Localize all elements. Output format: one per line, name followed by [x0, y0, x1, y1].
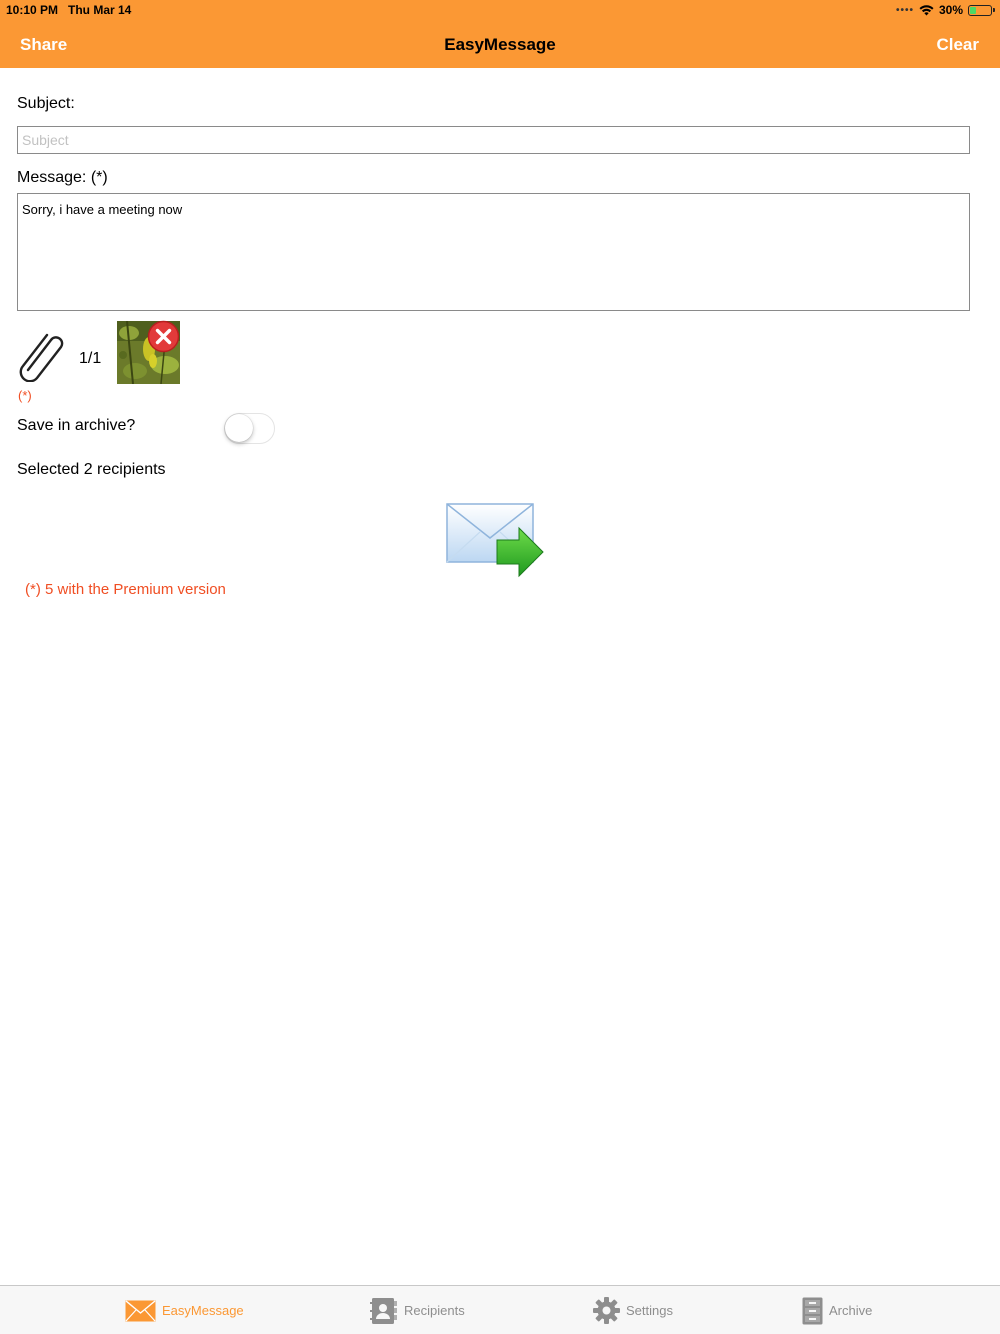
tab-archive[interactable]: Archive — [802, 1286, 872, 1334]
premium-note: (*) 5 with the Premium version — [25, 581, 226, 598]
attachment-count: 1/1 — [79, 350, 102, 367]
page-title: EasyMessage — [444, 35, 556, 54]
battery-fill — [970, 6, 976, 14]
share-button[interactable]: Share — [20, 35, 67, 55]
cabinet-icon — [802, 1297, 823, 1324]
signal-dots-icon: •••• — [895, 4, 914, 16]
tab-recipients[interactable]: Recipients — [370, 1286, 465, 1334]
paperclip-icon[interactable] — [16, 330, 66, 382]
clear-button[interactable]: Clear — [936, 35, 979, 55]
send-mail-icon[interactable] — [445, 500, 545, 578]
message-textarea[interactable] — [17, 193, 970, 311]
attachment-premium-marker: (*) — [18, 388, 32, 403]
tab-label: Settings — [626, 1303, 673, 1318]
tab-label: EasyMessage — [162, 1303, 244, 1318]
remove-x-icon[interactable] — [147, 320, 180, 353]
envelope-icon — [125, 1299, 156, 1321]
subject-input[interactable] — [17, 126, 970, 154]
toggle-knob — [225, 414, 253, 442]
message-label: Message: (*) — [17, 169, 108, 186]
archive-toggle[interactable] — [224, 413, 275, 444]
tab-easymessage[interactable]: EasyMessage — [125, 1286, 244, 1334]
wifi-icon — [919, 4, 934, 15]
subject-label: Subject: — [17, 95, 75, 112]
contacts-icon — [370, 1297, 397, 1324]
status-bar: 10:10 PM Thu Mar 14 •••• 30% — [0, 0, 1000, 20]
tab-settings[interactable]: Settings — [593, 1286, 673, 1334]
battery-icon — [968, 4, 995, 16]
status-indicators: •••• 30% — [895, 3, 995, 17]
archive-label: Save in archive? — [17, 417, 136, 434]
navigation-bar: 10:10 PM Thu Mar 14 •••• 30% Share EasyM… — [0, 0, 1000, 68]
tab-bar: EasyMessage Recipients Settings Archive — [0, 1285, 1000, 1334]
tab-label: Recipients — [404, 1303, 465, 1318]
gear-icon — [593, 1297, 620, 1324]
recipients-count: Selected 2 recipients — [17, 461, 166, 478]
battery-percent: 30% — [938, 3, 963, 17]
status-time: 10:10 PM — [6, 3, 59, 17]
status-date: Thu Mar 14 — [68, 3, 132, 17]
tab-label: Archive — [829, 1303, 873, 1318]
